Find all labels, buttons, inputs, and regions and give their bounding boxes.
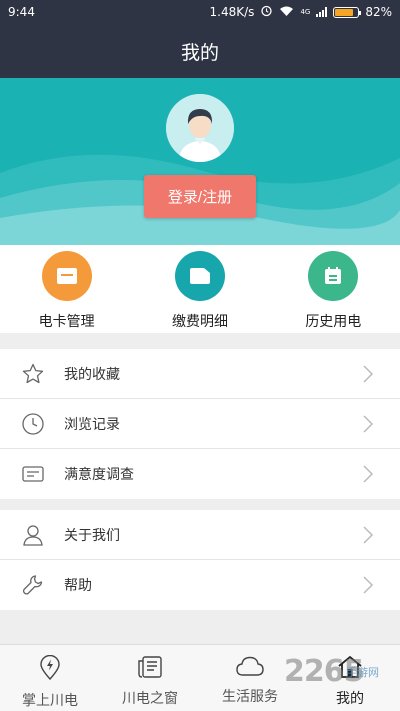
survey-card-icon <box>20 461 46 487</box>
menu-item-label: 满意度调查 <box>64 467 134 483</box>
tab-power-window[interactable]: 川电之窗 <box>100 645 200 711</box>
watermark-subtitle: 手游网 <box>346 666 379 679</box>
signal-icon <box>316 7 328 17</box>
avatar[interactable] <box>166 94 234 162</box>
quick-actions: 电卡管理 缴费明细 历史用电 <box>0 245 400 333</box>
wifi-icon <box>279 5 294 20</box>
tab-palm-power[interactable]: 掌上川电 <box>0 645 100 711</box>
chevron-right-icon <box>362 575 374 595</box>
folder-icon <box>174 251 225 301</box>
status-bar: 9:44 1.48K/s 4G 82% <box>0 0 400 24</box>
quick-action-payment-details[interactable]: 缴费明细 <box>133 245 266 333</box>
wrench-icon <box>20 572 46 598</box>
quick-action-label: 电卡管理 <box>38 314 95 330</box>
tab-label: 掌上川电 <box>22 693 78 709</box>
calendar-icon <box>308 251 359 301</box>
tab-label: 我的 <box>336 691 364 707</box>
menu-item-label: 我的收藏 <box>64 366 120 383</box>
quick-action-card-management[interactable]: 电卡管理 <box>0 245 133 333</box>
cloud-icon <box>236 655 264 681</box>
chevron-right-icon <box>362 464 374 484</box>
menu-item-label: 帮助 <box>64 578 92 594</box>
menu-item-about-us[interactable]: 关于我们 <box>0 510 400 560</box>
status-time: 9:44 <box>8 5 35 19</box>
clock-icon <box>20 411 46 437</box>
quick-action-history-usage[interactable]: 历史用电 <box>267 245 400 333</box>
quick-action-label: 历史用电 <box>305 314 362 330</box>
page-title: 我的 <box>180 41 219 64</box>
battery-icon <box>333 6 362 18</box>
menu-item-browsing-history[interactable]: 浏览记录 <box>0 399 400 449</box>
menu-item-help[interactable]: 帮助 <box>0 560 400 610</box>
menu-item-satisfaction-survey[interactable]: 满意度调查 <box>0 449 400 499</box>
network-speed: 1.48K/s <box>209 5 255 19</box>
quick-action-label: 缴费明细 <box>171 314 228 330</box>
person-icon <box>20 522 46 548</box>
network-type: 4G <box>300 8 311 16</box>
default-avatar-icon <box>166 94 234 162</box>
tab-label: 生活服务 <box>222 689 278 705</box>
card-icon <box>41 251 92 301</box>
star-icon <box>20 361 46 387</box>
newspaper-icon <box>137 655 163 683</box>
login-register-button[interactable]: 登录/注册 <box>144 175 256 218</box>
tab-label: 川电之窗 <box>122 691 178 707</box>
chevron-right-icon <box>362 525 374 545</box>
battery-percent: 82% <box>365 5 392 19</box>
menu-group-secondary: 关于我们 帮助 <box>0 510 400 610</box>
chevron-right-icon <box>362 364 374 384</box>
profile-banner: 登录/注册 <box>0 78 400 245</box>
alarm-icon <box>260 4 273 20</box>
menu-group-primary: 我的收藏 浏览记录 满意度调查 <box>0 349 400 499</box>
menu-item-label: 关于我们 <box>64 527 120 544</box>
chevron-right-icon <box>362 414 374 434</box>
title-bar: 我的 <box>0 24 400 78</box>
menu-item-favorites[interactable]: 我的收藏 <box>0 349 400 399</box>
menu-item-label: 浏览记录 <box>64 416 120 433</box>
power-pin-icon <box>38 654 62 685</box>
